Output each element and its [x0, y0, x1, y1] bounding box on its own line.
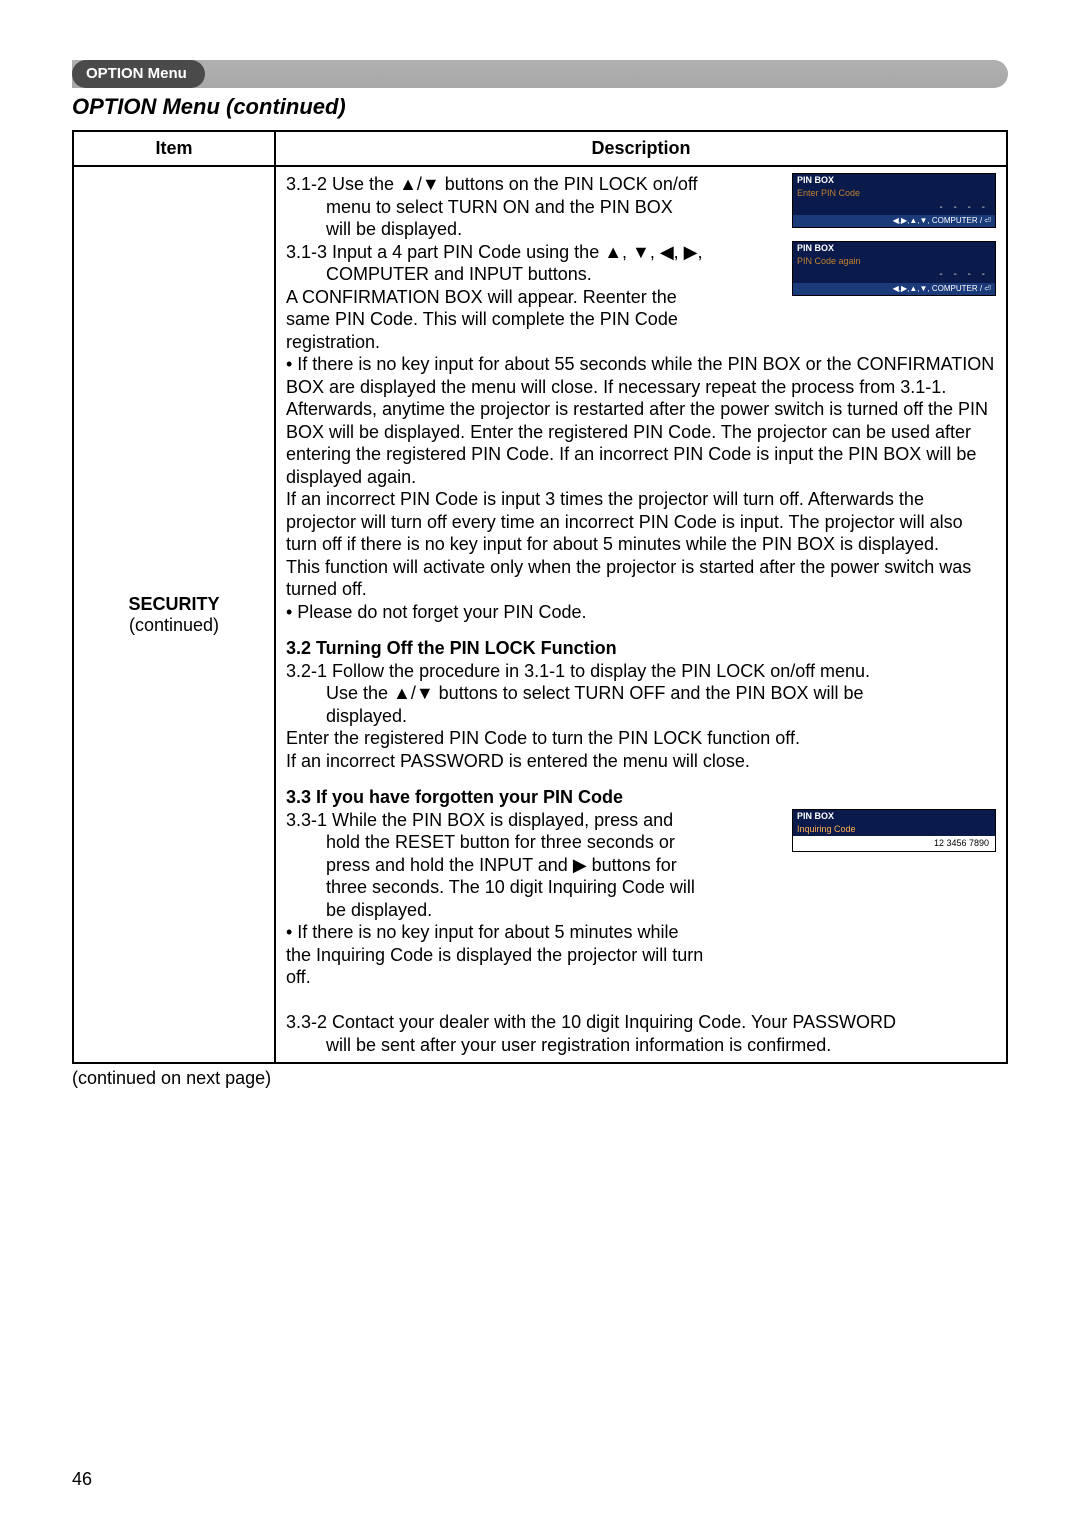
pin-box-title: PIN BOX	[793, 810, 995, 823]
text-line: same PIN Code. This will complete the PI…	[286, 308, 996, 331]
menu-tab-bar: OPTION Menu	[72, 60, 1008, 88]
text-bullet: • Please do not forget your PIN Code.	[286, 601, 996, 624]
text-line: registration.	[286, 331, 996, 354]
text-line: the Inquiring Code is displayed the proj…	[286, 944, 996, 967]
continued-on-next-page: (continued on next page)	[72, 1068, 1008, 1089]
pin-box-again: PIN BOX PIN Code again - - - - ◀,▶,▲,▼, …	[792, 241, 996, 296]
subheading-33: 3.3 If you have forgotten your PIN Code	[286, 786, 996, 809]
col-header-item: Item	[73, 131, 275, 166]
text-line: off.	[286, 966, 996, 989]
text-line: press and hold the INPUT and ▶ buttons f…	[286, 854, 996, 877]
pin-box-sub: Enter PIN Code	[793, 187, 995, 200]
text-line: If an incorrect PASSWORD is entered the …	[286, 750, 996, 773]
section-title: OPTION Menu (continued)	[72, 94, 1008, 120]
page-number: 46	[72, 1469, 92, 1490]
description-cell: PIN BOX Enter PIN Code - - - - ◀,▶,▲,▼, …	[275, 166, 1007, 1063]
text-line: will be sent after your user registratio…	[286, 1034, 996, 1057]
item-sub: (continued)	[129, 615, 219, 635]
text-line: 3.3-2 Contact your dealer with the 10 di…	[286, 1011, 996, 1034]
text-line: Use the ▲/▼ buttons to select TURN OFF a…	[286, 682, 996, 705]
pin-box-title: PIN BOX	[793, 174, 995, 187]
text-line: 3.2-1 Follow the procedure in 3.1-1 to d…	[286, 660, 996, 683]
text-line: be displayed.	[286, 899, 996, 922]
text-bullet: • If there is no key input for about 55 …	[286, 353, 996, 398]
pin-box-sub: Inquiring Code	[793, 823, 995, 836]
pin-box-btns: ◀,▶,▲,▼, COMPUTER / ⏎	[793, 215, 995, 227]
pin-box-dots: - - - -	[793, 268, 995, 283]
description-table: Item Description SECURITY (continued) PI…	[72, 130, 1008, 1064]
pin-box-enter: PIN BOX Enter PIN Code - - - - ◀,▶,▲,▼, …	[792, 173, 996, 228]
text-bullet: • If there is no key input for about 5 m…	[286, 921, 996, 944]
text-paragraph: Afterwards, anytime the projector is res…	[286, 398, 996, 488]
col-header-description: Description	[275, 131, 1007, 166]
pin-box-dots: - - - -	[793, 201, 995, 216]
text-paragraph: This function will activate only when th…	[286, 556, 996, 601]
menu-tab-label: OPTION Menu	[72, 60, 205, 88]
text-line: displayed.	[286, 705, 996, 728]
pin-box-inquiring: PIN BOX Inquiring Code 12 3456 7890	[792, 809, 996, 853]
item-name: SECURITY	[128, 594, 219, 614]
item-cell-security: SECURITY (continued)	[73, 166, 275, 1063]
text-line: three seconds. The 10 digit Inquiring Co…	[286, 876, 996, 899]
pin-box-title: PIN BOX	[793, 242, 995, 255]
subheading-32: 3.2 Turning Off the PIN LOCK Function	[286, 637, 996, 660]
text-paragraph: If an incorrect PIN Code is input 3 time…	[286, 488, 996, 556]
pin-box-sub: PIN Code again	[793, 255, 995, 268]
pin-box-btns: ◀,▶,▲,▼, COMPUTER / ⏎	[793, 283, 995, 295]
pin-box-inquiring-code: 12 3456 7890	[793, 836, 995, 851]
text-line: Enter the registered PIN Code to turn th…	[286, 727, 996, 750]
